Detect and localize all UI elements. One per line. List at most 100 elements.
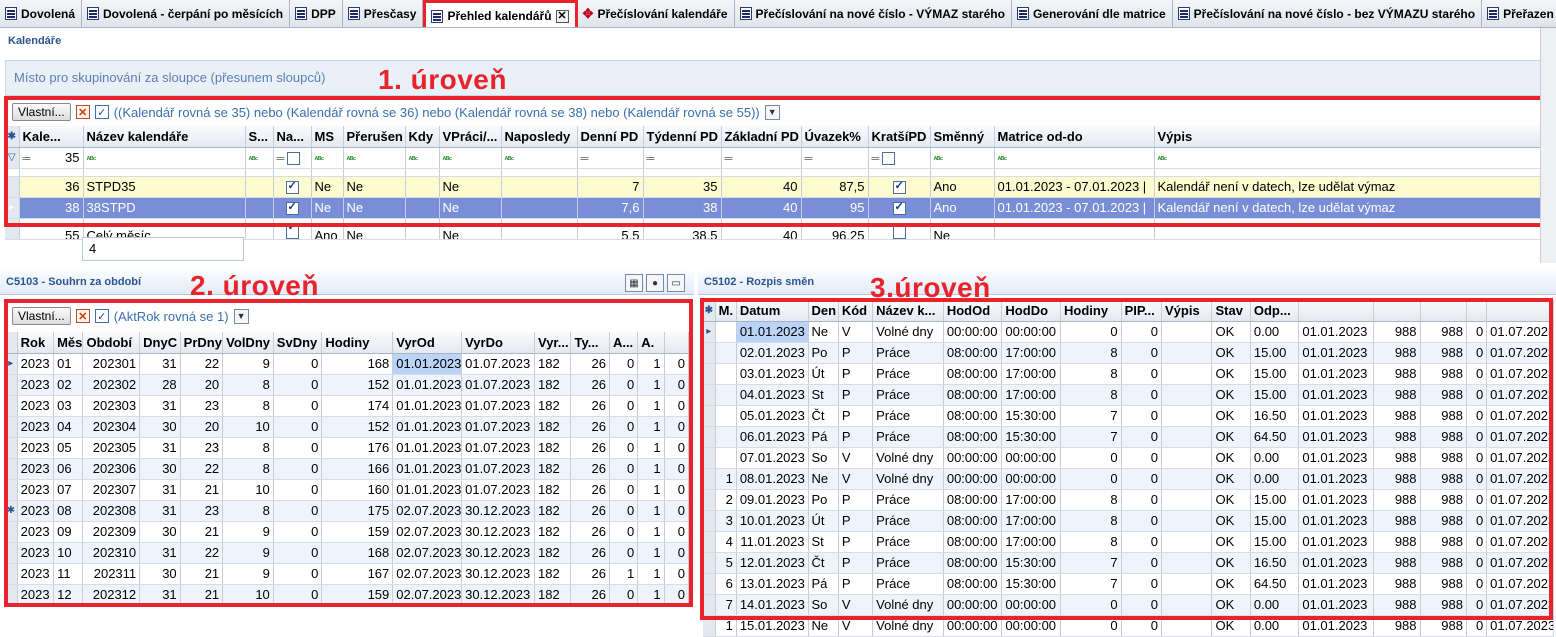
shift-row[interactable]: 6 13.01.2023 Pá P Práce 08:00:00 15:30:00 7 0 OK 6…	[703, 573, 1554, 595]
column-header[interactable]: Ty...	[570, 332, 610, 354]
shift-row[interactable]: 4 11.01.2023 St P Práce 08:00:00 17:00:00 8 0 OK 1…	[703, 531, 1554, 553]
filter-cell[interactable]: ᴬᴮᶜ	[439, 147, 502, 169]
checkbox-cell[interactable]	[273, 176, 312, 198]
filter-cell[interactable]: ═	[273, 147, 312, 169]
row-checkbox[interactable]	[892, 200, 906, 216]
period-row[interactable]: ▸ 2023 01 202301 31 22 9 0 168 01.01.2023 01.07.20…	[5, 353, 690, 375]
calendar-row[interactable]: 36STPD35NeNeNe7354087,5Ano01.01.2023 - 0…	[5, 176, 1555, 198]
tab-3[interactable]: Přesčasy	[342, 0, 424, 27]
column-header[interactable]: Název kalendáře	[83, 126, 246, 148]
shift-row[interactable]: 03.01.2023 Út P Práce 08:00:00 17:00:00 8 0 OK 15…	[703, 363, 1554, 385]
shift-row[interactable]: 07.01.2023 So V Volné dny 00:00:00 00:00:00 0 0…	[703, 447, 1554, 469]
column-header[interactable]: M.	[715, 300, 737, 322]
period-row[interactable]: 2023 02 202302 28 20 8 0 152 01.01.2023 01.07.202…	[5, 374, 690, 396]
column-header[interactable]: Směnný	[930, 126, 995, 148]
filter-expression[interactable]: ((Kalendář rovná se 35) nebo (Kalendář r…	[114, 105, 760, 120]
calendar-row[interactable]: 55Celý měsícAnoNeNe5,538,54096,25Ne	[5, 218, 1555, 240]
column-header[interactable]: KratšíPD	[868, 126, 931, 148]
column-header[interactable]: Základní PD	[721, 126, 802, 148]
column-header[interactable]: SvDny	[273, 332, 323, 354]
filter-cell[interactable]: ᴬᴮᶜ	[405, 147, 440, 169]
column-header[interactable]: Hodiny	[321, 332, 394, 354]
tab-2[interactable]: DPP	[290, 0, 343, 27]
row-checkbox[interactable]	[892, 225, 906, 238]
column-header[interactable]	[1486, 300, 1554, 322]
filter-cell[interactable]: ᴬᴮᶜ	[1154, 147, 1555, 169]
column-header[interactable]: S...	[245, 126, 274, 148]
checkbox-cell[interactable]	[868, 218, 931, 240]
left-clear-filter-icon[interactable]: ✕	[75, 309, 90, 323]
checkbox-cell[interactable]	[868, 176, 931, 198]
filter-cell[interactable]: ═	[721, 147, 802, 169]
period-row[interactable]: 2023 10 202310 31 22 9 0 168 02.07.2023 30.12.202…	[5, 542, 690, 564]
grid-layout-icon[interactable]: ▦	[625, 274, 643, 292]
column-header[interactable]: Odp...	[1250, 300, 1300, 322]
window-icon[interactable]: ▭	[667, 274, 685, 292]
period-row[interactable]: 2023 06 202306 30 22 8 0 166 01.01.2023 01.07.202…	[5, 458, 690, 480]
row-checkbox[interactable]	[285, 224, 299, 238]
filter-dropdown-icon[interactable]: ▼	[764, 104, 780, 120]
left-filter-expression[interactable]: (AktRok rovná se 1)	[114, 309, 229, 324]
chart-icon[interactable]: ●	[646, 274, 664, 292]
close-tab-icon[interactable]: ✕	[555, 9, 569, 23]
column-header[interactable]: Den	[808, 300, 839, 322]
filter-checkbox[interactable]	[287, 152, 301, 166]
filter-cell[interactable]: ═ 35	[19, 147, 84, 169]
column-header[interactable]: VolDny	[222, 332, 274, 354]
filter-cell[interactable]: ᴬᴮᶜ	[245, 147, 274, 169]
column-header[interactable]	[1466, 300, 1488, 322]
period-row[interactable]: 2023 09 202309 30 21 9 0 159 02.07.2023 30.12.202…	[5, 521, 690, 543]
column-header[interactable]: Denní PD	[577, 126, 644, 148]
tab-1[interactable]: Dovolená - čerpání po měsících	[82, 0, 291, 27]
filter-checkbox[interactable]	[882, 152, 896, 166]
column-header[interactable]: Kód	[838, 300, 874, 322]
column-header[interactable]: Rok	[17, 332, 55, 354]
row-checkbox[interactable]	[892, 179, 906, 195]
period-row[interactable]: 2023 04 202304 30 20 10 0 152 01.01.2023 01.07.20…	[5, 416, 690, 438]
column-header[interactable]: HodOd	[943, 300, 1003, 322]
column-header[interactable]	[1420, 300, 1467, 322]
tab-9[interactable]: Přeřazen	[1482, 0, 1556, 27]
period-row[interactable]: ✱ 2023 08 202308 31 23 8 0 175 02.07.2023 30.12.20…	[5, 500, 690, 522]
column-header[interactable]: MS	[311, 126, 344, 148]
checkbox-cell[interactable]	[273, 197, 312, 219]
column-header[interactable]: A.	[637, 332, 665, 354]
tab-4[interactable]: Přehled kalendářů ✕	[423, 0, 578, 27]
period-row[interactable]: 2023 03 202303 31 23 8 0 174 01.01.2023 01.07.202…	[5, 395, 690, 417]
filter-cell[interactable]: ═	[801, 147, 869, 169]
column-header[interactable]: Na...	[273, 126, 312, 148]
tab-6[interactable]: Přečíslování na nové číslo - VÝMAZ staré…	[734, 0, 1012, 27]
column-header[interactable]: Týdenní PD	[643, 126, 722, 148]
left-filter-dropdown-icon[interactable]: ▼	[233, 308, 249, 324]
column-header[interactable]: Hodiny	[1060, 300, 1122, 322]
filter-cell[interactable]: ᴬᴮᶜ	[930, 147, 995, 169]
shift-row[interactable]: 3 10.01.2023 Út P Práce 08:00:00 17:00:00 8 0 OK 1…	[703, 510, 1554, 532]
filter-cell[interactable]: ᴬᴮᶜ	[311, 147, 344, 169]
column-header[interactable]	[1298, 300, 1375, 322]
period-row[interactable]: 2023 07 202307 31 21 10 0 160 01.01.2023 01.07.20…	[5, 479, 690, 501]
column-header[interactable]: Vyr...	[534, 332, 572, 354]
period-row[interactable]: 2023 12 202312 31 21 10 0 159 02.07.2023 30.12.20…	[5, 584, 690, 606]
column-header[interactable]: Přerušen	[343, 126, 406, 148]
column-header[interactable]: Kdy	[405, 126, 440, 148]
period-row[interactable]: 2023 11 202311 30 21 9 0 167 02.07.2023 30.12.202…	[5, 563, 690, 585]
checkbox-cell[interactable]	[273, 218, 312, 240]
calendar-row[interactable]: ▸3838STPDNeNeNe7,6384095Ano01.01.2023 - …	[5, 197, 1555, 219]
column-header[interactable]: HodDo	[1001, 300, 1061, 322]
filter-cell[interactable]: ᴬᴮᶜ	[343, 147, 406, 169]
shift-row[interactable]: 05.01.2023 Čt P Práce 08:00:00 15:30:00 7 0 OK 16…	[703, 405, 1554, 427]
filter-cell[interactable]: ᴬᴮᶜ	[994, 147, 1155, 169]
shift-row[interactable]: ▸ 01.01.2023 Ne V Volné dny 00:00:00 00:00:00 0…	[703, 321, 1554, 343]
column-header[interactable]: VyrOd	[392, 332, 463, 354]
column-header[interactable]: Úvazek%	[801, 126, 869, 148]
left-filter-enabled-checkbox[interactable]: ✓	[94, 309, 109, 323]
shift-row[interactable]: 5 12.01.2023 Čt P Práce 08:00:00 15:30:00 7 0 OK 1…	[703, 552, 1554, 574]
period-row[interactable]: 2023 05 202305 31 23 8 0 176 01.01.2023 01.07.202…	[5, 437, 690, 459]
column-header[interactable]	[664, 332, 690, 354]
column-header[interactable]: Výpis	[1161, 300, 1213, 322]
column-header[interactable]: Naposledy	[501, 126, 578, 148]
column-header[interactable]: Výpis	[1154, 126, 1555, 148]
column-header[interactable]: VPráci/...	[439, 126, 502, 148]
clear-filter-icon[interactable]: ✕	[75, 105, 90, 119]
filter-cell[interactable]: ═	[868, 147, 931, 169]
